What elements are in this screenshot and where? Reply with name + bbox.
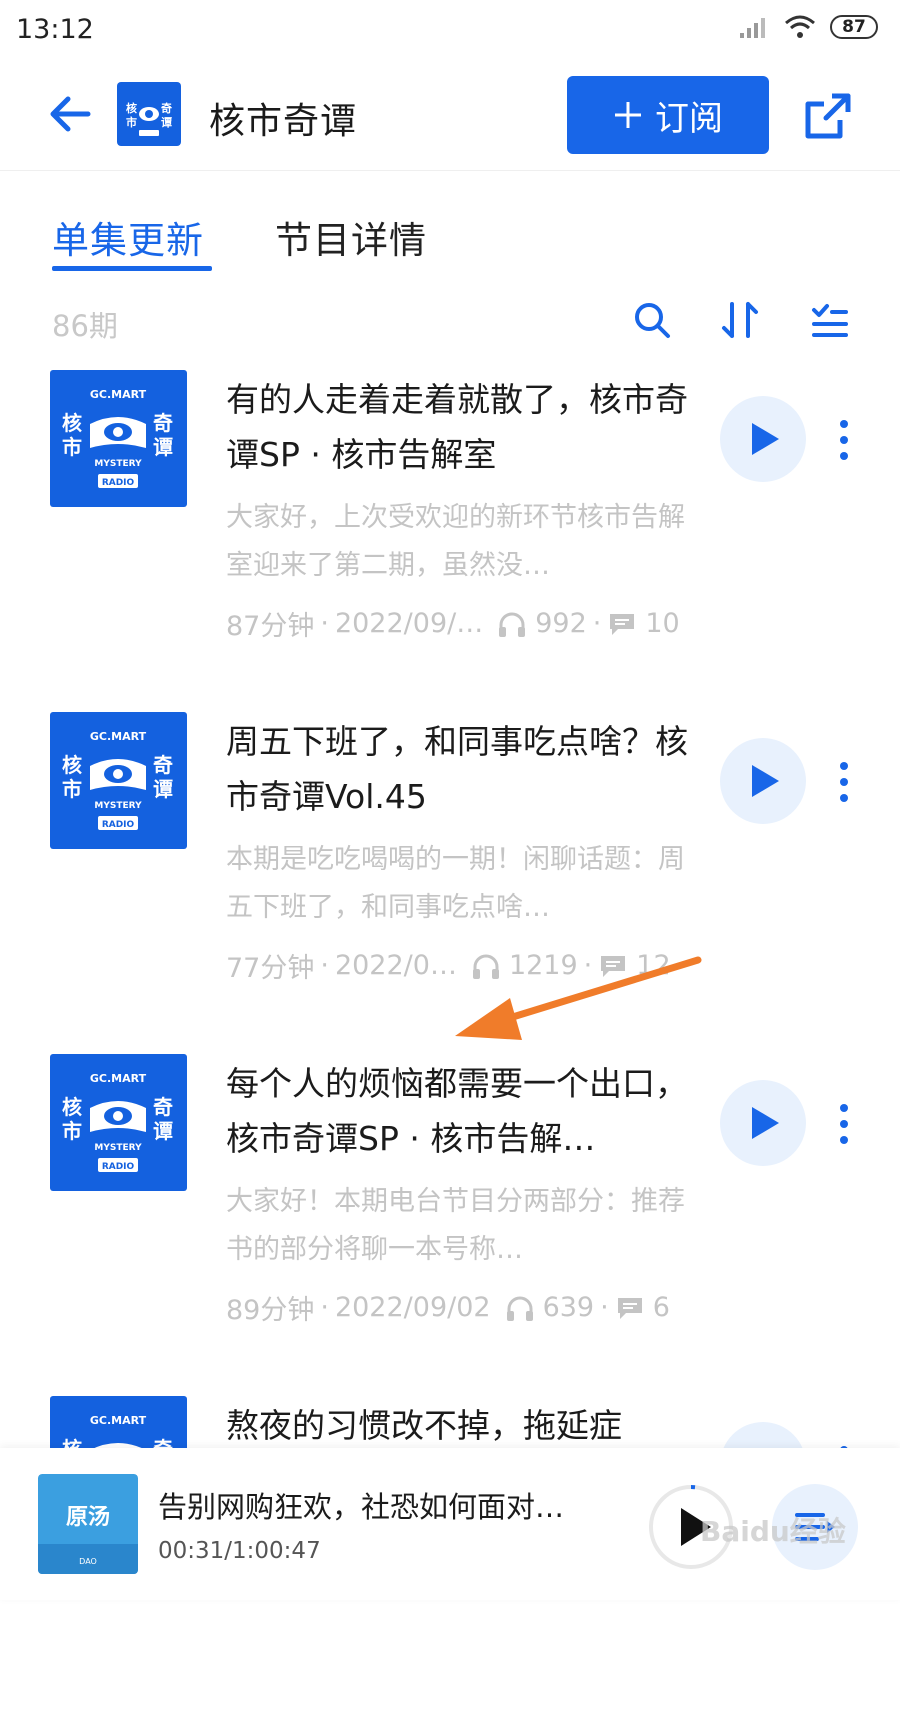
- svg-text:谭: 谭: [153, 1119, 173, 1143]
- svg-text:奇: 奇: [153, 1095, 173, 1119]
- episode-description: 大家好，上次受欢迎的新环节核市告解室迎来了第二期，虽然没…: [226, 502, 685, 581]
- episode-plays: 639: [542, 1292, 595, 1323]
- episode-title[interactable]: 熬夜的习惯改不掉，拖延症: [226, 1398, 696, 1453]
- svg-text:市: 市: [62, 777, 82, 801]
- svg-text:市: 市: [62, 1119, 82, 1143]
- episode-title[interactable]: 周五下班了，和同事吃点啥？核市奇谭Vol.45: [226, 714, 696, 824]
- watermark: Baidu经验: [700, 1515, 846, 1548]
- svg-text:市: 市: [62, 435, 82, 459]
- tab-episodes[interactable]: 单集更新: [52, 210, 204, 264]
- player-cover: 原汤 DAO: [38, 1474, 138, 1574]
- play-icon: [752, 423, 779, 455]
- episode-title[interactable]: 有的人走着走着就散了，核市奇谭SP · 核市告解室: [226, 372, 696, 482]
- play-icon: [752, 765, 779, 797]
- episode-description: 大家好！本期电台节目分两部分：推荐书的部分将聊一本号称…: [226, 1186, 685, 1265]
- svg-text:GC.MART: GC.MART: [90, 1072, 147, 1085]
- svg-text:RADIO: RADIO: [102, 478, 135, 488]
- episode-cover: GC.MART 核 市 奇 谭 MYSTERY RADIO: [50, 1054, 187, 1191]
- podcast-cover: 核 市 奇 谭: [117, 82, 181, 146]
- svg-text:核: 核: [62, 1095, 82, 1119]
- svg-text:RADIO: RADIO: [102, 820, 135, 830]
- episode-cover: GC.MART 核 市 奇 谭 MYSTERY RADIO: [50, 370, 187, 507]
- status-icons: 87: [738, 14, 878, 40]
- episode-title[interactable]: 每个人的烦恼都需要一个出口，核市奇谭SP · 核市告解…: [226, 1056, 696, 1166]
- svg-text:核: 核: [126, 101, 137, 115]
- sort-icon[interactable]: [718, 298, 762, 342]
- episode-comments: 10: [645, 608, 680, 639]
- episode-item[interactable]: GC.MART 核 市 奇 谭 MYSTERY RADIO 周五下班了，和同事吃…: [0, 712, 900, 1052]
- comment-icon: [610, 613, 635, 635]
- more-options-icon[interactable]: [834, 760, 854, 804]
- player-time: 00:31/1:00:47: [158, 1538, 321, 1564]
- episode-plays: 992: [535, 608, 587, 639]
- share-icon[interactable]: [802, 90, 854, 142]
- status-bar: 13:12 87: [0, 0, 900, 62]
- search-icon[interactable]: [630, 298, 674, 342]
- play-icon: [752, 1107, 779, 1139]
- svg-text:奇: 奇: [153, 411, 173, 435]
- battery-indicator: 87: [830, 15, 878, 39]
- episode-date: 2022/0…: [334, 950, 457, 981]
- episode-meta: 77分钟 · 2022/0… 1219 · 12: [226, 946, 696, 985]
- comment-icon: [617, 1297, 642, 1319]
- svg-text:谭: 谭: [153, 435, 173, 459]
- headphones-icon: [506, 1296, 533, 1321]
- episode-date: 2022/09/02: [334, 1292, 491, 1323]
- player-title: 告别网购狂欢，社恐如何面对…: [158, 1490, 565, 1524]
- signal-icon: [740, 18, 765, 38]
- wifi-icon: [785, 15, 815, 38]
- episode-duration: 87分钟: [226, 611, 315, 642]
- episode-play-button[interactable]: [720, 738, 806, 824]
- svg-text:DAO: DAO: [79, 1557, 97, 1566]
- svg-text:GC.MART: GC.MART: [90, 388, 147, 401]
- subscribe-button[interactable]: 订阅: [567, 76, 769, 154]
- episode-cover: GC.MART 核 市 奇 谭 MYSTERY RADIO: [50, 712, 187, 849]
- podcast-title: 核市奇谭: [209, 101, 358, 142]
- episode-description: 本期是吃吃喝喝的一期！闲聊话题：周五下班了，和同事吃点啥…: [226, 844, 685, 923]
- svg-text:MYSTERY: MYSTERY: [94, 801, 142, 811]
- episode-comments: 6: [652, 1292, 670, 1323]
- svg-text:RADIO: RADIO: [102, 1162, 135, 1172]
- episode-meta: 89分钟 · 2022/09/02 639 · 6: [226, 1288, 696, 1327]
- svg-text:GC.MART: GC.MART: [90, 1414, 147, 1427]
- player-cover-text: 原汤: [66, 1505, 110, 1530]
- episode-item[interactable]: GC.MART 核 市 奇 谭 MYSTERY RADIO 每个人的烦恼都需要一…: [0, 1054, 900, 1394]
- episode-item[interactable]: GC.MART 核 市 奇 谭 MYSTERY RADIO 有的人走着走着就散了…: [0, 370, 900, 710]
- svg-text:奇: 奇: [153, 753, 173, 777]
- episode-date: 2022/09/…: [334, 608, 484, 639]
- svg-text:MYSTERY: MYSTERY: [94, 459, 142, 469]
- svg-text:核: 核: [62, 411, 82, 435]
- episode-duration: 77分钟: [226, 953, 315, 984]
- headphones-icon: [499, 612, 526, 637]
- more-options-icon[interactable]: [834, 418, 854, 462]
- status-time: 13:12: [16, 14, 94, 45]
- subscribe-label: 订阅: [655, 98, 723, 139]
- episode-count: 86期: [52, 309, 118, 343]
- svg-text:谭: 谭: [153, 777, 173, 801]
- svg-text:谭: 谭: [161, 115, 172, 129]
- plus-icon: [615, 102, 641, 128]
- batch-select-icon[interactable]: [808, 298, 852, 342]
- episode-comments: 12: [636, 950, 671, 981]
- tab-details[interactable]: 节目详情: [275, 210, 427, 264]
- svg-text:奇: 奇: [161, 101, 172, 115]
- back-arrow-icon[interactable]: [44, 88, 96, 140]
- headphones-icon: [472, 954, 499, 979]
- episode-meta: 87分钟 · 2022/09/… 992 · 10: [226, 604, 696, 643]
- episode-play-button[interactable]: [720, 396, 806, 482]
- episode-plays: 1219: [508, 950, 578, 981]
- svg-text:市: 市: [126, 115, 137, 129]
- svg-text:核: 核: [62, 753, 82, 777]
- more-options-icon[interactable]: [834, 1102, 854, 1146]
- episode-play-button[interactable]: [720, 1080, 806, 1166]
- episode-duration: 89分钟: [226, 1295, 315, 1326]
- active-tab-indicator: [52, 266, 212, 271]
- comment-icon: [601, 955, 626, 977]
- svg-text:GC.MART: GC.MART: [90, 730, 147, 743]
- svg-text:MYSTERY: MYSTERY: [94, 1143, 142, 1153]
